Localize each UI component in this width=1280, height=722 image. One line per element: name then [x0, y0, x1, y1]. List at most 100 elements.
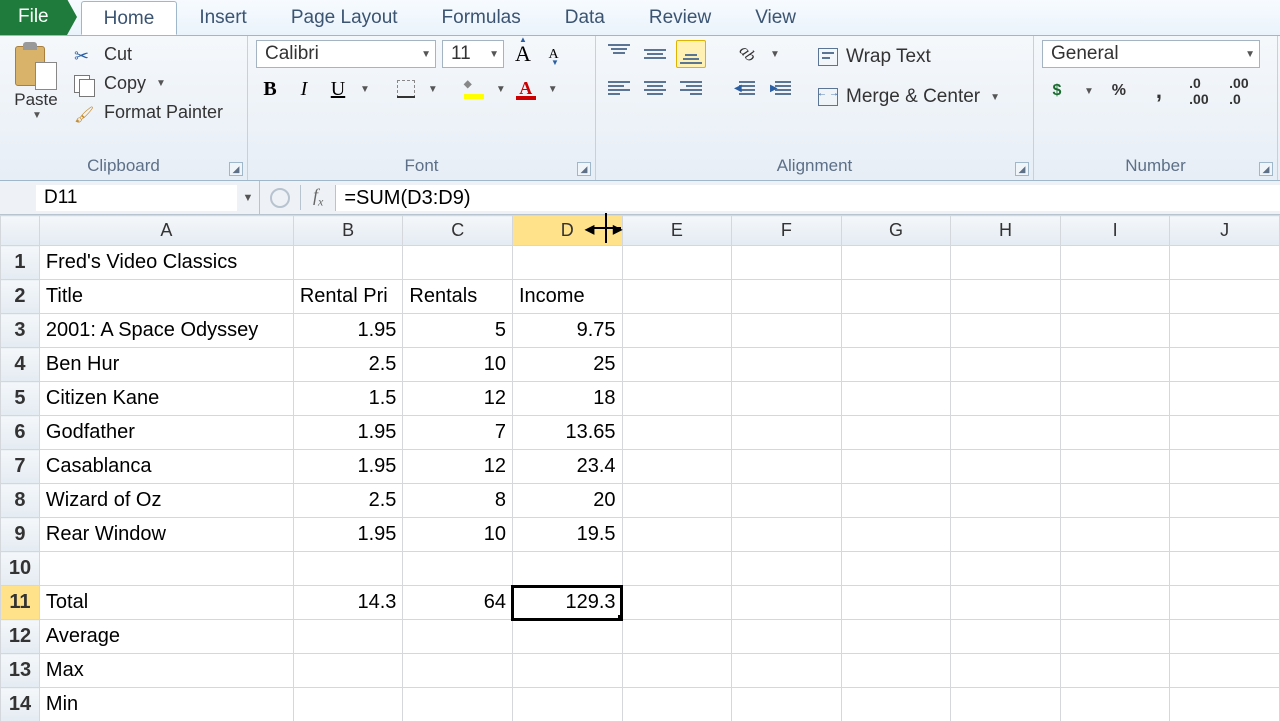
cell[interactable]	[1060, 280, 1170, 314]
cell[interactable]	[732, 280, 842, 314]
cell[interactable]	[1170, 586, 1280, 620]
cell[interactable]: 20	[512, 484, 622, 518]
align-right-button[interactable]	[676, 74, 706, 102]
cancel-formula-icon[interactable]	[270, 188, 290, 208]
alignment-dialog-launcher[interactable]: ◢	[1015, 162, 1029, 176]
borders-button[interactable]	[392, 76, 420, 102]
cell[interactable]: 1.5	[293, 382, 403, 416]
name-box-value[interactable]: D11	[36, 185, 237, 211]
cell[interactable]	[951, 314, 1061, 348]
cell[interactable]	[732, 484, 842, 518]
cell[interactable]: 1.95	[293, 518, 403, 552]
cell[interactable]	[841, 348, 951, 382]
cell[interactable]: Casablanca	[39, 450, 293, 484]
cell[interactable]: 2001: A Space Odyssey	[39, 314, 293, 348]
cell[interactable]: 2.5	[293, 484, 403, 518]
cell[interactable]: 9.75	[512, 314, 622, 348]
tab-home[interactable]: Home	[81, 1, 178, 35]
cell[interactable]	[732, 416, 842, 450]
select-all-corner[interactable]	[1, 216, 40, 246]
cell[interactable]	[1060, 416, 1170, 450]
orientation-button[interactable]: ab	[732, 41, 762, 67]
cell[interactable]	[1170, 450, 1280, 484]
tab-data[interactable]: Data	[543, 1, 627, 35]
align-center-button[interactable]	[640, 74, 670, 102]
tab-file[interactable]: File	[0, 0, 67, 35]
increase-decimal-button[interactable]: .0.00	[1184, 78, 1214, 104]
cell[interactable]	[841, 586, 951, 620]
cell[interactable]	[512, 688, 622, 722]
cell[interactable]: 64	[403, 586, 513, 620]
cell[interactable]: 13.65	[512, 416, 622, 450]
cell[interactable]: 1.95	[293, 450, 403, 484]
cell[interactable]	[622, 586, 732, 620]
paste-button[interactable]: Paste ▼	[8, 40, 64, 123]
cell[interactable]	[1060, 314, 1170, 348]
cell[interactable]	[1170, 688, 1280, 722]
cell[interactable]: Rental Pri	[293, 280, 403, 314]
cell[interactable]	[841, 552, 951, 586]
row-header[interactable]: 2	[1, 280, 40, 314]
cell[interactable]	[622, 314, 732, 348]
cell[interactable]	[403, 620, 513, 654]
formula-input[interactable]: =SUM(D3:D9)	[335, 185, 1280, 211]
align-top-button[interactable]	[604, 40, 634, 68]
cell[interactable]	[1170, 382, 1280, 416]
cell[interactable]	[951, 484, 1061, 518]
cell[interactable]	[1170, 314, 1280, 348]
font-size-combo[interactable]: 11 ▼	[442, 40, 504, 68]
cell[interactable]	[732, 518, 842, 552]
cell[interactable]	[622, 620, 732, 654]
row-header[interactable]: 6	[1, 416, 40, 450]
tab-formulas[interactable]: Formulas	[420, 1, 543, 35]
cell[interactable]: Max	[39, 654, 293, 688]
cell[interactable]	[1170, 552, 1280, 586]
cell[interactable]: 2.5	[293, 348, 403, 382]
cell[interactable]: 12	[403, 382, 513, 416]
cell[interactable]	[622, 450, 732, 484]
column-header[interactable]: C	[403, 216, 513, 246]
cell[interactable]	[403, 654, 513, 688]
cell[interactable]	[293, 620, 403, 654]
fx-button[interactable]: fx	[300, 185, 323, 210]
cell[interactable]	[951, 382, 1061, 416]
cell[interactable]: Ben Hur	[39, 348, 293, 382]
fill-dropdown-icon[interactable]: ▼	[496, 84, 506, 95]
name-box[interactable]: D11 ▼	[0, 181, 260, 214]
cell[interactable]	[1170, 348, 1280, 382]
cell[interactable]	[512, 552, 622, 586]
cell[interactable]	[1060, 620, 1170, 654]
row-header[interactable]: 10	[1, 552, 40, 586]
cell[interactable]	[841, 484, 951, 518]
row-header[interactable]: 3	[1, 314, 40, 348]
cell[interactable]	[1170, 654, 1280, 688]
cell[interactable]	[1060, 654, 1170, 688]
cell[interactable]: 14.3	[293, 586, 403, 620]
cell[interactable]: 18	[512, 382, 622, 416]
cell[interactable]: 129.3	[512, 586, 622, 620]
cell[interactable]	[1060, 518, 1170, 552]
copy-button[interactable]: Copy ▼	[74, 73, 223, 94]
cell[interactable]: 12	[403, 450, 513, 484]
cell[interactable]: Godfather	[39, 416, 293, 450]
column-header[interactable]: G	[841, 216, 951, 246]
cell[interactable]	[841, 620, 951, 654]
cell[interactable]	[512, 654, 622, 688]
row-header[interactable]: 8	[1, 484, 40, 518]
cell[interactable]	[293, 654, 403, 688]
cell[interactable]	[841, 654, 951, 688]
cell[interactable]	[622, 246, 732, 280]
row-header[interactable]: 12	[1, 620, 40, 654]
row-header[interactable]: 11	[1, 586, 40, 620]
cell[interactable]	[293, 688, 403, 722]
tab-review[interactable]: Review	[627, 1, 733, 35]
cell[interactable]	[732, 314, 842, 348]
font-color-dropdown-icon[interactable]: ▼	[548, 84, 558, 95]
name-box-dropdown-icon[interactable]: ▼	[237, 192, 259, 204]
cell[interactable]: Wizard of Oz	[39, 484, 293, 518]
cell[interactable]	[1060, 450, 1170, 484]
cell[interactable]	[951, 348, 1061, 382]
align-left-button[interactable]	[604, 74, 634, 102]
cell[interactable]	[951, 518, 1061, 552]
cell[interactable]	[1060, 688, 1170, 722]
